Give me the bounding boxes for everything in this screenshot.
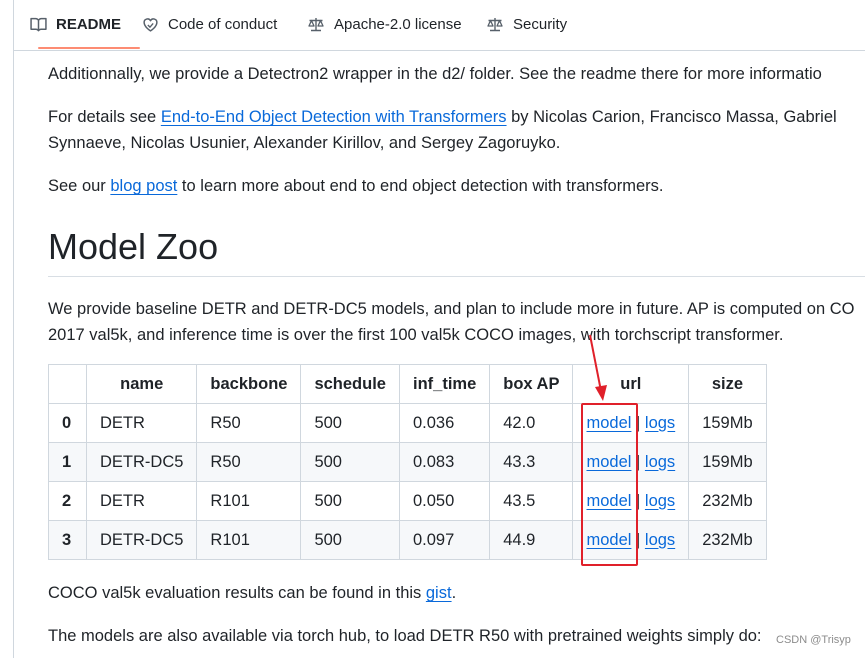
column-header-schedule: schedule [300,364,400,404]
paragraph-d2-wrapper: Additionnally, we provide a Detectron2 w… [48,65,822,83]
cell-size: 159Mb [688,442,767,482]
cell-size: 232Mb [688,520,767,560]
cell-inf-time: 0.050 [398,481,491,521]
heart-icon [143,18,158,32]
blog-prefix: See our [48,177,111,195]
details-authors-line1: by Nicolas Carion, Francisco Massa, Gabr… [506,108,837,126]
model-zoo-table: name backbone schedule inf_time box AP u… [48,364,767,560]
active-tab-indicator [38,47,140,49]
cell-inf-time: 0.097 [398,520,491,560]
cell-index: 1 [48,442,87,482]
cell-name: DETR [85,481,198,521]
column-header-backbone: backbone [196,364,302,404]
cell-size: 232Mb [688,481,767,521]
table-row: 3 DETR-DC5 R101 500 0.097 44.9 model | l… [48,520,767,560]
paragraph-blog: See our blog post to learn more about en… [48,173,663,199]
cell-index: 2 [48,481,87,521]
cell-name: DETR [85,403,198,443]
table-header-row: name backbone schedule inf_time box AP u… [48,364,767,404]
column-header-name: name [85,364,198,404]
cell-backbone: R50 [196,403,302,443]
baseline-line2: 2017 val5k, and inference time is over t… [48,326,784,344]
logs-link[interactable]: logs [645,492,675,510]
tab-label: Code of conduct [168,16,278,33]
cell-size: 159Mb [688,403,767,443]
table-row: 0 DETR R50 500 0.036 42.0 model | logs 1… [48,403,767,443]
cell-box-ap: 43.3 [489,442,574,482]
cell-index: 0 [48,403,87,443]
gist-link[interactable]: gist [426,584,452,602]
cell-schedule: 500 [300,481,400,521]
cell-schedule: 500 [300,520,400,560]
table-row: 1 DETR-DC5 R50 500 0.083 43.3 model | lo… [48,442,767,482]
left-border [13,0,14,658]
cell-name: DETR-DC5 [85,520,198,560]
cell-box-ap: 43.5 [489,481,574,521]
cell-schedule: 500 [300,442,400,482]
annotation-arrow [589,334,607,401]
blog-post-link[interactable]: blog post [110,177,177,195]
gist-prefix: COCO val5k evaluation results can be fou… [48,584,426,602]
cell-inf-time: 0.036 [398,403,491,443]
law-icon [487,18,503,32]
tab-label: README [56,16,122,33]
section-heading-model-zoo: Model Zoo [48,226,219,267]
book-icon [30,17,47,32]
logs-link[interactable]: logs [645,453,675,471]
table-row: 2 DETR R101 500 0.050 43.5 model | logs … [48,481,767,521]
cell-backbone: R50 [196,442,302,482]
details-prefix: For details see [48,108,161,126]
paragraph-gist: COCO val5k evaluation results can be fou… [48,580,456,606]
cell-box-ap: 42.0 [489,403,574,443]
tab-security[interactable]: Security [486,0,567,49]
blog-suffix: to learn more about end to end object de… [177,177,664,195]
heading-divider [48,276,865,277]
cell-backbone: R101 [196,481,302,521]
paragraph-torch-hub: The models are also available via torch … [48,627,762,645]
column-header-size: size [688,364,767,404]
readme-page: README Code of conduct Apache-2.0 licens… [0,0,865,658]
tab-license[interactable]: Apache-2.0 license [307,0,462,49]
column-header-index [48,364,87,404]
cell-backbone: R101 [196,520,302,560]
cell-name: DETR-DC5 [85,442,198,482]
baseline-line1: We provide baseline DETR and DETR-DC5 mo… [48,300,855,318]
paragraph-details: For details see End-to-End Object Detect… [48,104,837,156]
readme-tabs: README Code of conduct Apache-2.0 licens… [14,0,865,51]
cell-schedule: 500 [300,403,400,443]
column-header-box-ap: box AP [489,364,574,404]
paragraph-baseline: We provide baseline DETR and DETR-DC5 mo… [48,296,854,348]
tab-label: Apache-2.0 license [334,16,462,33]
logs-link[interactable]: logs [645,414,675,432]
column-header-inf-time: inf_time [398,364,491,404]
details-authors-line2: Synnaeve, Nicolas Usunier, Alexander Kir… [48,134,561,152]
annotation-highlight-box [581,403,638,566]
cell-box-ap: 44.9 [489,520,574,560]
gist-suffix: . [451,584,457,602]
cell-index: 3 [48,520,87,560]
watermark: CSDN @Trisyp [776,634,851,646]
law-icon [308,18,324,32]
cell-inf-time: 0.083 [398,442,491,482]
paper-link[interactable]: End-to-End Object Detection with Transfo… [161,108,507,126]
logs-link[interactable]: logs [645,531,675,549]
tab-readme[interactable]: README [30,0,121,49]
tab-label: Security [513,16,568,33]
tab-code-of-conduct[interactable]: Code of conduct [142,0,277,49]
